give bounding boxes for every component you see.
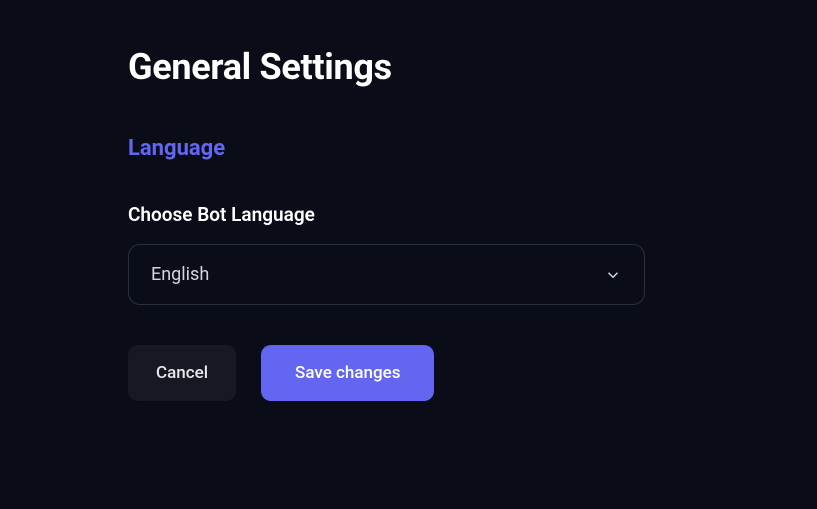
page-title: General Settings bbox=[128, 46, 689, 88]
action-buttons: Cancel Save changes bbox=[128, 345, 689, 401]
chevron-down-icon bbox=[604, 266, 622, 284]
language-selected-value: English bbox=[151, 264, 209, 285]
save-button[interactable]: Save changes bbox=[261, 345, 434, 401]
cancel-button[interactable]: Cancel bbox=[128, 345, 236, 401]
language-select[interactable]: English bbox=[128, 244, 645, 305]
section-heading-language: Language bbox=[128, 136, 689, 161]
language-field-label: Choose Bot Language bbox=[128, 203, 689, 226]
